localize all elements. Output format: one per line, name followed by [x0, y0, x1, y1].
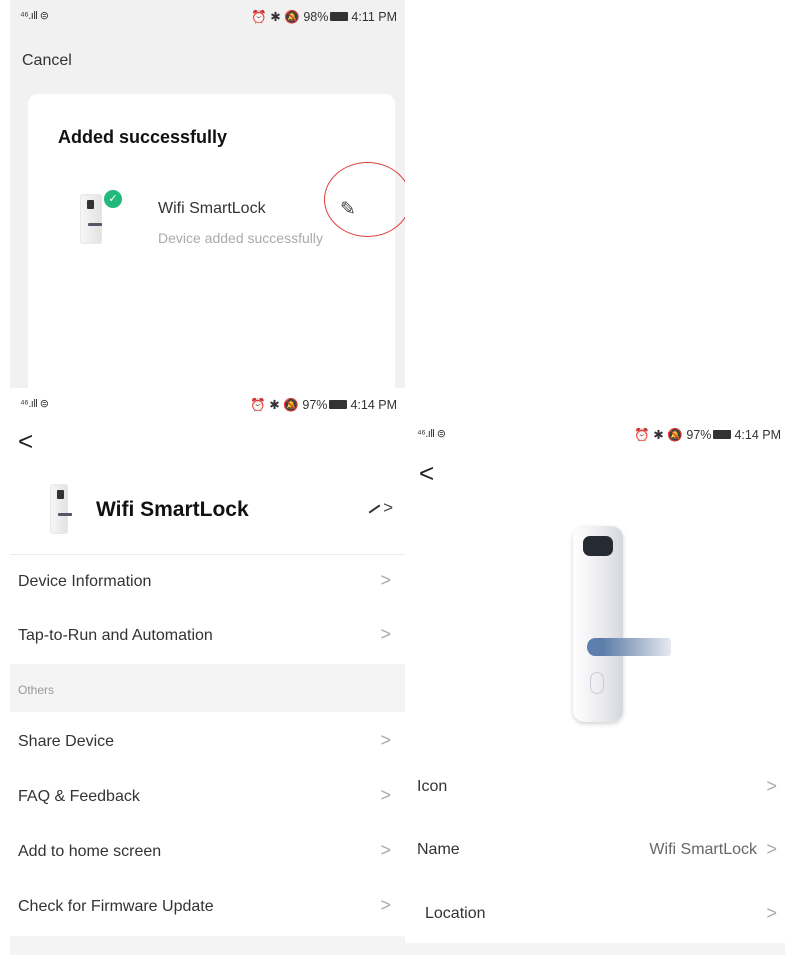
row-label: Device Information [18, 573, 152, 590]
cancel-button[interactable]: Cancel [22, 52, 72, 70]
status-time: 4:14 PM [350, 398, 397, 412]
edit-name-button[interactable]: > [368, 498, 393, 518]
row-add-to-home[interactable]: Add to home screen > [10, 826, 405, 880]
card-title: Added successfully [58, 127, 228, 147]
bottom-gap [405, 943, 785, 955]
row-device-information[interactable]: Device Information > [10, 556, 405, 610]
smartlock-image [573, 526, 671, 722]
row-label: Share Device [18, 733, 115, 750]
chevron-right-icon: > [380, 785, 391, 805]
chevron-right-icon: > [766, 839, 777, 859]
status-right: ⏰ ✱ 🔕 97% 4:14 PM [634, 427, 781, 443]
divider [10, 554, 405, 555]
alarm-bluetooth-mute-icons: ⏰ ✱ 🔕 [634, 428, 683, 442]
status-bar: ⁴⁶.ıll ⊜ ⏰ ✱ 🔕 98% 4:11 PM [10, 0, 405, 30]
status-right: ⏰ ✱ 🔕 97% 4:14 PM [250, 397, 397, 413]
chevron-right-icon: > [380, 840, 391, 860]
alarm-bluetooth-mute-icons: ⏰ ✱ 🔕 [250, 398, 299, 412]
chevron-right-icon: > [383, 498, 393, 517]
lock-button [590, 672, 604, 694]
chevron-right-icon: > [380, 570, 391, 590]
smartlock-thumbnail [50, 484, 72, 534]
row-label: Tap-to-Run and Automation [18, 627, 213, 644]
row-location[interactable]: Location > [405, 889, 785, 943]
lock-handle [593, 638, 671, 656]
row-label: Name [417, 841, 460, 858]
row-faq-feedback[interactable]: FAQ & Feedback > [10, 771, 405, 825]
row-label: Add to home screen [18, 843, 162, 860]
battery-percent: 97% [302, 398, 328, 412]
device-settings-screen: ⁴⁶.ıll ⊜ ⏰ ✱ 🔕 97% 4:14 PM < Wifi SmartLo… [10, 388, 405, 955]
signal-wifi-icon: ⁴⁶.ıll ⊜ [20, 398, 49, 410]
pencil-icon [368, 503, 381, 514]
status-bar: ⁴⁶.ıll ⊜ ⏰ ✱ 🔕 97% 4:14 PM [10, 388, 405, 418]
success-card: Added successfully ✓ Wifi SmartLock Devi… [28, 94, 405, 388]
back-arrow-icon[interactable]: < [419, 460, 434, 486]
chevron-right-icon: > [766, 903, 777, 923]
back-arrow-icon[interactable]: < [18, 428, 33, 454]
row-label: Check for Firmware Update [18, 898, 214, 915]
battery-percent: 98% [303, 10, 329, 24]
success-check-icon: ✓ [104, 190, 122, 208]
chevron-right-icon: > [380, 730, 391, 750]
status-time: 4:14 PM [734, 428, 781, 442]
device-status: Device added successfully [158, 230, 323, 246]
smartlock-thumbnail [80, 194, 102, 244]
row-label: FAQ & Feedback [18, 788, 140, 805]
signal-wifi-icon: ⁴⁶.ıll ⊜ [417, 428, 446, 440]
status-right: ⏰ ✱ 🔕 98% 4:11 PM [251, 9, 397, 25]
row-tap-to-run[interactable]: Tap-to-Run and Automation > [10, 610, 405, 664]
row-icon[interactable]: Icon > [405, 762, 785, 816]
chevron-right-icon: > [380, 895, 391, 915]
device-title: Wifi SmartLock [96, 498, 249, 521]
row-firmware-update[interactable]: Check for Firmware Update > [10, 881, 405, 935]
row-label: Location [425, 905, 486, 922]
signal-wifi-icon: ⁴⁶.ıll ⊜ [20, 10, 49, 22]
status-time: 4:11 PM [351, 10, 397, 24]
alarm-bluetooth-mute-icons: ⏰ ✱ 🔕 [251, 10, 300, 24]
device-name: Wifi SmartLock [158, 200, 266, 217]
battery-icon [329, 400, 348, 410]
battery-icon [330, 12, 349, 22]
battery-icon [713, 430, 732, 440]
chevron-right-icon: > [380, 624, 391, 644]
row-label: Icon [417, 778, 448, 795]
lock-display [583, 536, 613, 556]
section-title: Others [18, 683, 55, 697]
status-bar: ⁴⁶.ıll ⊜ ⏰ ✱ 🔕 97% 4:14 PM [405, 418, 785, 448]
highlight-circle-annotation [324, 162, 405, 237]
row-value: Wifi SmartLock [649, 841, 757, 858]
lock-knob [587, 638, 603, 656]
section-others: Others [10, 664, 405, 712]
row-share-device[interactable]: Share Device > [10, 716, 405, 770]
bottom-gap [10, 936, 405, 955]
edit-device-screen: ⁴⁶.ıll ⊜ ⏰ ✱ 🔕 97% 4:14 PM < Icon > Name … [405, 418, 785, 955]
battery-percent: 97% [686, 428, 712, 442]
row-name[interactable]: Name Wifi SmartLock > [405, 825, 785, 879]
added-successfully-screen: ⁴⁶.ıll ⊜ ⏰ ✱ 🔕 98% 4:11 PM Cancel Added s… [10, 0, 405, 388]
chevron-right-icon: > [766, 776, 777, 796]
